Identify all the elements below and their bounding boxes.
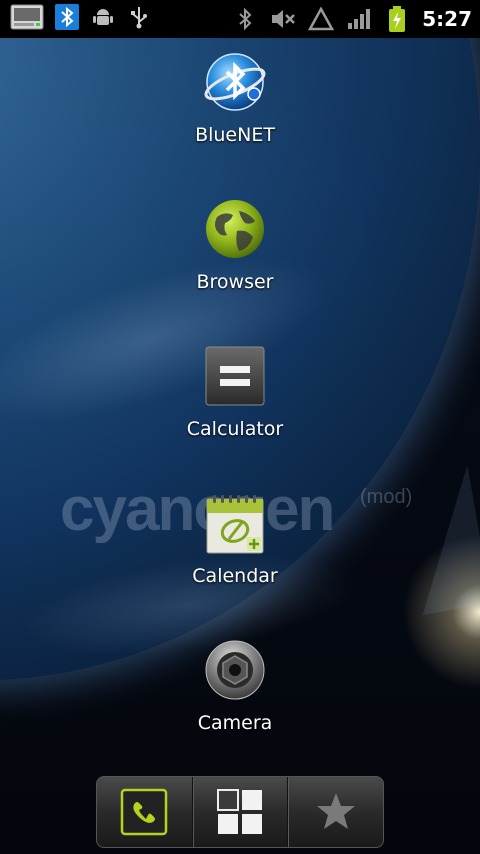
app-label-bluenet: BlueNET	[195, 124, 275, 146]
usb-icon	[126, 4, 152, 30]
all-apps-grid-icon	[217, 789, 262, 834]
android-debug-icon	[90, 4, 116, 30]
status-bar[interactable]: 5:27	[0, 0, 480, 38]
usb-storage-icon	[10, 4, 44, 30]
phone-icon	[121, 788, 168, 836]
app-browser[interactable]: Browser	[150, 197, 320, 307]
favorites-star-icon	[316, 793, 355, 829]
app-label-browser: Browser	[196, 271, 274, 293]
phone-button[interactable]	[97, 777, 192, 847]
app-calculator[interactable]: Calculator	[150, 344, 320, 454]
notification-icons	[10, 4, 152, 30]
wallpaper-brand-suffix: (mod)	[360, 486, 413, 508]
all-apps-button[interactable]	[191, 777, 288, 847]
app-label-calculator: Calculator	[186, 418, 284, 440]
dock	[96, 776, 384, 848]
app-bluenet[interactable]: BlueNET	[150, 50, 320, 160]
camera-icon	[203, 638, 267, 702]
calendar-icon	[203, 491, 267, 555]
bluenet-icon	[203, 50, 267, 114]
app-label-calendar: Calendar	[192, 565, 278, 587]
calculator-icon	[203, 344, 267, 408]
signal-bars-icon	[346, 6, 372, 32]
bluetooth-notification-icon	[54, 4, 80, 30]
clock: 5:27	[422, 7, 472, 31]
app-calendar[interactable]: Calendar	[150, 491, 320, 601]
app-label-camera: Camera	[197, 712, 273, 734]
favorites-button[interactable]	[287, 777, 383, 847]
battery-charging-icon	[384, 6, 410, 32]
app-camera[interactable]: Camera	[150, 638, 320, 748]
mute-icon	[270, 6, 296, 32]
bluetooth-icon	[232, 6, 258, 32]
globe-icon	[203, 197, 267, 261]
system-icons: 5:27	[232, 0, 472, 38]
signal-triangle-icon	[308, 6, 335, 32]
